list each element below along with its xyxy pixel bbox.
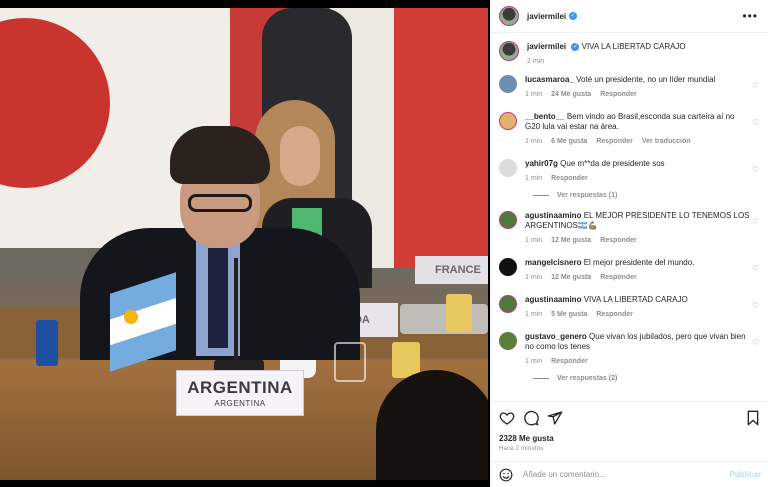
post-actions: 2328 Me gusta Hace 2 minutos [491, 401, 768, 461]
table-items [400, 304, 488, 334]
caption-time: 2 min [527, 58, 545, 65]
comment-avatar[interactable] [499, 75, 517, 93]
comment-likes[interactable]: 24 Me gusta [551, 90, 591, 100]
comment-item: agustinaamino EL MEJOR PRESIDENTE LO TEN… [499, 211, 761, 246]
comment-likes[interactable]: 5 Me gusta [551, 310, 587, 320]
caption-username[interactable]: javiermilei [527, 42, 566, 51]
emoji-icon[interactable] [499, 468, 513, 482]
heart-icon[interactable]: ♡ [752, 217, 759, 226]
post-panel: javiermilei ✓ ••• javiermilei ✓ VIVA LA … [490, 0, 768, 487]
man-hair [170, 126, 270, 184]
caption-text: VIVA LA LIBERTAD CARAJO [581, 42, 686, 51]
heart-icon[interactable]: ♡ [752, 338, 759, 347]
translate-link[interactable]: Ver traducción [642, 137, 691, 147]
foreground-head [376, 370, 488, 480]
view-replies-button[interactable]: Ver respuestas (1) [533, 192, 761, 199]
post-time: Hace 2 minutos [499, 446, 544, 452]
post-caption: javiermilei ✓ VIVA LA LIBERTAD CARAJO 2 … [499, 41, 761, 67]
comment-username[interactable]: gustavo_genero [525, 332, 587, 341]
view-replies-button[interactable]: Ver respuestas (2) [533, 375, 761, 382]
comment-item: __bento__ Bem vindo ao Brasil,esconda su… [499, 112, 761, 147]
comment-time: 1 min [525, 274, 543, 281]
comment-avatar[interactable] [499, 332, 517, 350]
placard-france: FRANCE [415, 256, 488, 284]
comment-avatar[interactable] [499, 159, 517, 177]
placard-argentina-main: ARGENTINA [187, 378, 293, 397]
post-header: javiermilei ✓ ••• [491, 0, 768, 33]
comment-text: VIVA LA LIBERTAD CARAJO [583, 295, 688, 304]
water-glass [334, 342, 366, 382]
author-avatar[interactable] [499, 6, 519, 26]
comment-item: yahir07g Que m**da de presidente sos 1 m… [499, 159, 761, 184]
woman-face [280, 126, 320, 186]
heart-icon[interactable]: ♡ [752, 301, 759, 310]
add-comment-bar: Publicar [491, 461, 768, 487]
comment-icon[interactable] [523, 410, 539, 426]
publish-button[interactable]: Publicar [729, 470, 761, 479]
comment-time: 1 min [525, 311, 543, 318]
reply-button[interactable]: Responder [551, 174, 588, 184]
comment-time: 1 min [525, 175, 543, 182]
comment-avatar[interactable] [499, 211, 517, 229]
heart-icon[interactable]: ♡ [752, 81, 759, 90]
man-tie [208, 248, 228, 348]
man-glasses [188, 194, 252, 212]
comment-item: lucasmaroa_ Voté un presidente, no un lí… [499, 75, 761, 100]
comment-username[interactable]: mangelcisnero [525, 258, 581, 267]
reply-button[interactable]: Responder [551, 357, 588, 367]
verified-icon: ✓ [571, 42, 580, 51]
argentina-flag-sun [124, 310, 138, 324]
post-photo[interactable]: FRANCE ADA ARGENTINA ARGENTINA [0, 8, 488, 480]
comment-likes[interactable]: 12 Me gusta [551, 236, 591, 246]
comment-username[interactable]: lucasmaroa_ [525, 75, 574, 84]
reply-button[interactable]: Responder [600, 236, 637, 246]
comment-item: mangelcisnero El mejor presidente del mu… [499, 258, 761, 283]
reply-button[interactable]: Responder [600, 273, 637, 283]
comment-username[interactable]: __bento__ [525, 112, 565, 121]
comment-avatar[interactable] [499, 295, 517, 313]
comment-time: 1 min [525, 237, 543, 244]
comment-input[interactable] [523, 470, 730, 479]
comment-text: Que m**da de presidente sos [560, 159, 665, 168]
comment-text: Voté un presidente, no un líder mundial [576, 75, 716, 84]
comment-username[interactable]: agustinaamino [525, 295, 581, 304]
comment-avatar[interactable] [499, 112, 517, 130]
bookmark-icon[interactable] [745, 410, 761, 426]
reply-button[interactable]: Responder [596, 310, 633, 320]
placard-argentina-sub: ARGENTINA [214, 399, 266, 408]
likes-count[interactable]: 2328 Me gusta [499, 434, 761, 443]
comment-avatar[interactable] [499, 258, 517, 276]
comment-time: 1 min [525, 91, 543, 98]
heart-icon[interactable] [499, 410, 515, 426]
comment-likes[interactable]: 6 Me gusta [551, 137, 587, 147]
author-username[interactable]: javiermilei [527, 12, 566, 21]
placard-argentina: ARGENTINA ARGENTINA [176, 370, 304, 416]
reply-button[interactable]: Responder [596, 137, 633, 147]
reply-button[interactable]: Responder [600, 90, 637, 100]
verified-icon: ✓ [569, 12, 578, 20]
share-icon[interactable] [547, 410, 563, 426]
comment-item: agustinaamino VIVA LA LIBERTAD CARAJO 1 … [499, 295, 761, 320]
heart-icon[interactable]: ♡ [752, 118, 759, 127]
comment-item: gustavo_genero Que vivan los jubilados, … [499, 332, 761, 367]
more-icon[interactable]: ••• [742, 9, 758, 23]
heart-icon[interactable]: ♡ [752, 264, 759, 273]
comment-time: 1 min [525, 358, 543, 365]
comment-likes[interactable]: 12 Me gusta [551, 273, 591, 283]
comment-text: El mejor presidente del mundo. [583, 258, 695, 267]
caption-avatar[interactable] [499, 41, 519, 61]
comments-list[interactable]: javiermilei ✓ VIVA LA LIBERTAD CARAJO 2 … [491, 33, 768, 401]
heart-icon[interactable]: ♡ [752, 165, 759, 174]
snack-box [446, 294, 472, 332]
microphone [234, 258, 238, 368]
drink-can [36, 320, 58, 366]
comment-time: 1 min [525, 138, 543, 145]
comment-username[interactable]: yahir07g [525, 159, 558, 168]
comment-username[interactable]: agustinaamino [525, 211, 581, 220]
